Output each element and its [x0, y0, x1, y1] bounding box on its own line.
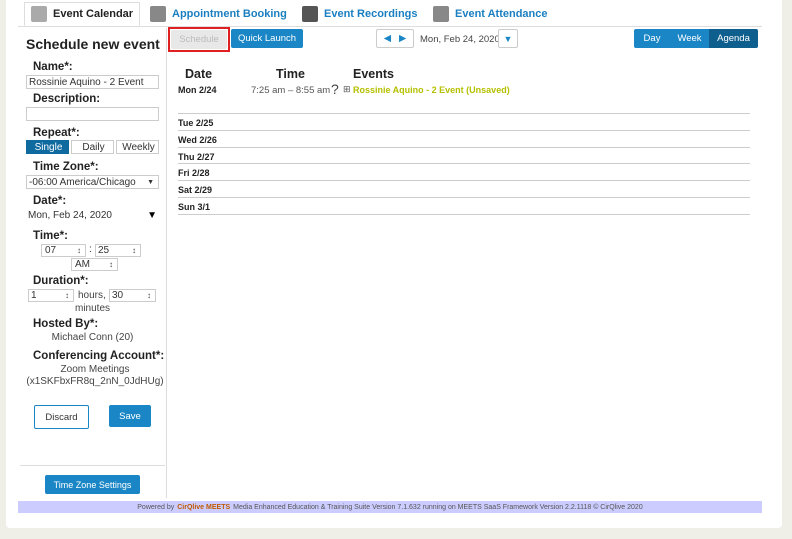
calendar-icon: [31, 6, 47, 22]
hours-text: hours,: [78, 290, 106, 301]
attendance-icon: [433, 6, 449, 22]
quick-launch-button[interactable]: Quick Launch: [231, 29, 303, 48]
help-icon[interactable]: ?: [331, 81, 339, 97]
time-label: Time*:: [33, 230, 68, 242]
date-label: Date*:: [33, 195, 67, 207]
camera-icon: [302, 6, 318, 22]
header-events: Events: [353, 67, 394, 81]
dropdown-arrow-icon: ▼: [147, 178, 154, 186]
schedule-button[interactable]: Schedule: [171, 30, 227, 49]
view-day-button[interactable]: Day: [634, 29, 670, 48]
prev-arrow-icon[interactable]: ◀: [384, 33, 391, 44]
agenda-row: Tue 2/25: [178, 113, 750, 130]
duration-label: Duration*:: [33, 275, 89, 287]
description-label: Description:: [33, 93, 101, 105]
date-nav: ◀ ▶: [376, 29, 414, 48]
dropdown-arrow-icon: ▼: [147, 209, 157, 221]
footer-brand-logo: CirQlive MEETS: [177, 503, 231, 511]
agenda-row: Thu 2/27: [178, 147, 750, 164]
agenda-row: Sun 3/1: [178, 197, 750, 214]
ampm-select[interactable]: AM: [71, 258, 118, 271]
agenda-row: Fri 2/28: [178, 163, 750, 180]
header-time: Time: [276, 67, 305, 81]
event-time: 7:25 am – 8:55 am: [251, 85, 331, 96]
save-button[interactable]: Save: [109, 405, 151, 427]
sidebar-divider: [166, 28, 167, 498]
person-icon: [150, 6, 166, 22]
hosted-by-label: Hosted By*:: [33, 318, 99, 330]
tab-label: Event Recordings: [324, 8, 418, 20]
agenda-row: Wed 2/26: [178, 130, 750, 147]
timezone-value: -06:00 America/Chicago: [29, 176, 136, 188]
date-value: Mon, Feb 24, 2020: [28, 209, 112, 221]
description-input[interactable]: [26, 107, 159, 121]
date-picker-button[interactable]: ▼: [498, 29, 518, 48]
conferencing-label: Conferencing Account*:: [33, 350, 165, 362]
timezone-settings-button[interactable]: Time Zone Settings: [45, 475, 140, 494]
conferencing-value: Zoom Meetings: [60, 364, 130, 375]
repeat-single[interactable]: Single: [26, 140, 69, 154]
footer-prefix: Powered by: [137, 503, 175, 511]
date-select[interactable]: Mon, Feb 24, 2020 ▼: [26, 208, 159, 222]
tab-event-attendance[interactable]: Event Attendance: [433, 2, 548, 26]
expand-icon[interactable]: ⊞: [343, 84, 351, 95]
tab-divider: [18, 26, 762, 27]
name-input[interactable]: Rossinie Aquino - 2 Event: [26, 75, 159, 89]
tab-label: Event Calendar: [53, 8, 134, 20]
day-label: Mon 2/24: [178, 85, 217, 95]
time-colon: :: [89, 244, 92, 255]
hour-select[interactable]: 07: [41, 244, 86, 257]
event-link[interactable]: Rossinie Aquino - 2 Event (Unsaved): [353, 85, 510, 95]
discard-button[interactable]: Discard: [34, 405, 89, 429]
footer-text: Media Enhanced Education & Training Suit…: [233, 503, 643, 511]
next-arrow-icon[interactable]: ▶: [399, 33, 406, 44]
sidebar-separator: [20, 465, 165, 466]
tab-event-calendar[interactable]: Event Calendar: [24, 2, 141, 26]
form-title: Schedule new event: [26, 36, 160, 52]
agenda-bottom-line: [178, 214, 750, 215]
current-date: Mon, Feb 24, 2020: [420, 34, 500, 45]
tab-appointment-booking[interactable]: Appointment Booking: [150, 2, 287, 26]
footer: Powered by CirQlive MEETS Media Enhanced…: [18, 501, 762, 513]
view-week-button[interactable]: Week: [670, 29, 709, 48]
duration-hours-select[interactable]: 1: [28, 289, 74, 302]
repeat-weekly[interactable]: Weekly: [116, 140, 159, 154]
repeat-daily[interactable]: Daily: [71, 140, 114, 154]
tab-label: Event Attendance: [455, 8, 548, 20]
minutes-text: minutes: [75, 303, 111, 314]
view-agenda-button[interactable]: Agenda: [709, 29, 758, 48]
tab-label: Appointment Booking: [172, 8, 287, 20]
agenda-row: Sat 2/29: [178, 180, 750, 197]
name-label: Name*:: [33, 61, 73, 73]
timezone-select[interactable]: -06:00 America/Chicago ▼: [26, 175, 159, 189]
timezone-label: Time Zone*:: [33, 161, 99, 173]
minute-select[interactable]: 25: [95, 244, 141, 257]
repeat-label: Repeat*:: [33, 127, 80, 139]
tab-event-recordings[interactable]: Event Recordings: [302, 2, 418, 26]
header-date: Date: [185, 67, 213, 81]
duration-minutes-select[interactable]: 30: [109, 289, 156, 302]
chevron-down-icon: ▼: [503, 33, 513, 44]
conferencing-id: (x1SKFbxFR8q_2nN_0JdHUg): [26, 376, 164, 387]
hosted-by-value: Michael Conn (20): [51, 332, 134, 343]
